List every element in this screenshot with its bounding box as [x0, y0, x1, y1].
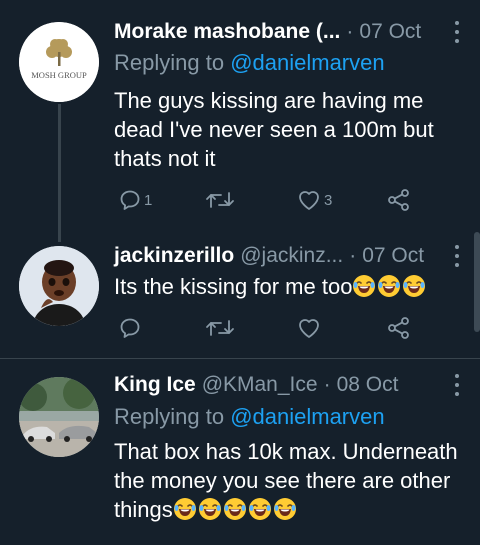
- tweet-3[interactable]: King Ice @KMan_Ice · 08 Oct Replying to …: [0, 359, 480, 545]
- replying-to-label: Replying to: [114, 50, 231, 75]
- replying-to-label: Replying to: [114, 404, 231, 429]
- child-avatar-image: [19, 246, 99, 326]
- avatar-mosh-group[interactable]: MOSH GROUP: [19, 22, 99, 102]
- like-icon: [299, 319, 319, 338]
- laughing-emoji: [273, 497, 297, 521]
- like-count: 3: [324, 191, 333, 209]
- laughing-emoji: [248, 497, 272, 521]
- reply-count: 1: [144, 191, 153, 209]
- laughing-emoji: [173, 497, 197, 521]
- retweet-icon: [206, 192, 234, 208]
- reply-button[interactable]: [118, 313, 142, 343]
- replying-to: Replying to @danielmarven: [114, 50, 385, 76]
- logo-text: MOSH GROUP: [31, 70, 87, 80]
- laughing-emoji: [402, 274, 426, 298]
- avatar-king-ice[interactable]: [19, 377, 99, 457]
- reply-button[interactable]: 1: [118, 185, 152, 215]
- tweet-header: Morake mashobane (... · 07 Oct: [114, 16, 480, 48]
- tweet-header: jackinzerillo @jackinz... · 07 Oct: [114, 240, 480, 272]
- mention-link[interactable]: @danielmarven: [230, 404, 384, 429]
- reply-icon: [120, 318, 140, 338]
- tweet-text-line: things: [114, 497, 173, 522]
- separator-dot: ·: [349, 244, 357, 267]
- reply-icon: [120, 190, 140, 210]
- tweet-date[interactable]: 07 Oct: [359, 20, 421, 44]
- author-name[interactable]: King Ice: [114, 373, 196, 397]
- cars-avatar-image: [19, 377, 99, 457]
- author-handle[interactable]: @KMan_Ice: [202, 373, 318, 397]
- tweet-text: That box has 10k max. Underneath the mon…: [114, 437, 474, 524]
- share-icon: [388, 189, 409, 211]
- avatar-jackinzerillo[interactable]: [19, 246, 99, 326]
- tweet-1[interactable]: MOSH GROUP Morake mashobane (... · 07 Oc…: [0, 0, 480, 242]
- laughing-emoji: [198, 497, 222, 521]
- mention-link[interactable]: @danielmarven: [230, 50, 384, 75]
- tweet-text-line: the money you see there are other: [114, 468, 451, 493]
- author-name[interactable]: Morake mashobane (...: [114, 20, 340, 44]
- share-button[interactable]: [386, 313, 412, 343]
- author-handle[interactable]: @jackinz...: [240, 244, 343, 268]
- more-options-icon[interactable]: [454, 21, 460, 43]
- tweet-text-content: Its the kissing for me too: [114, 274, 353, 299]
- scrollbar-thumb[interactable]: [474, 232, 480, 332]
- replying-to: Replying to @danielmarven: [114, 404, 385, 430]
- laughing-emoji: [352, 274, 376, 298]
- tweet-text: Its the kissing for me too: [114, 272, 474, 301]
- like-icon: [299, 191, 319, 210]
- thread-connector: [58, 104, 61, 242]
- tweet-date[interactable]: 08 Oct: [337, 373, 399, 397]
- share-button[interactable]: [386, 185, 412, 215]
- more-options-icon[interactable]: [454, 245, 460, 267]
- tweet-text-line: That box has 10k max. Underneath: [114, 439, 458, 464]
- tweet-2[interactable]: jackinzerillo @jackinz... · 07 Oct Its t…: [0, 232, 480, 358]
- tweet-date[interactable]: 07 Oct: [362, 244, 424, 268]
- mosh-group-logo: MOSH GROUP: [19, 22, 99, 102]
- like-button[interactable]: 3: [296, 185, 332, 215]
- separator-dot: ·: [346, 20, 354, 43]
- author-name[interactable]: jackinzerillo: [114, 244, 234, 268]
- laughing-emoji: [377, 274, 401, 298]
- retweet-button[interactable]: [204, 313, 236, 343]
- tweet-text: The guys kissing are having me dead I've…: [114, 88, 434, 171]
- share-icon: [388, 317, 409, 339]
- like-button[interactable]: [296, 313, 322, 343]
- retweet-icon: [206, 320, 234, 336]
- laughing-emoji: [223, 497, 247, 521]
- emoji-row: [352, 274, 427, 299]
- separator-dot: ·: [323, 373, 331, 396]
- more-options-icon[interactable]: [454, 374, 460, 396]
- emoji-row: [173, 497, 298, 522]
- tweet-header: King Ice @KMan_Ice · 08 Oct: [114, 369, 480, 401]
- retweet-button[interactable]: [204, 185, 238, 215]
